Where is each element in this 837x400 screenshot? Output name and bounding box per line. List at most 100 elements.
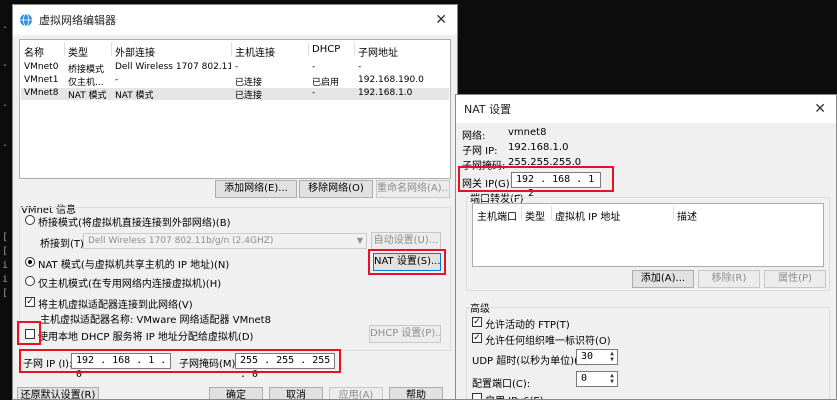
subnet-mask-label: 子网掩码(M):	[179, 359, 239, 370]
terminal-glyph: -	[2, 140, 9, 151]
window-title: NAT 设置	[464, 103, 512, 116]
spinner-arrows-icon[interactable]: ▲ ▼	[608, 373, 616, 385]
cell-external: NAT 模式	[115, 91, 154, 101]
chevron-down-icon: ▼	[356, 236, 363, 245]
properties-button[interactable]: 属性(P)	[764, 270, 826, 288]
cell-host: -	[235, 62, 239, 72]
enable-ipv6-checkbox[interactable]	[472, 393, 482, 399]
remove-network-button[interactable]: 移除网络(O)	[299, 180, 373, 198]
add-network-button[interactable]: 添加网络(E)...	[215, 180, 297, 198]
nat-settings-button[interactable]: NAT 设置(S)...	[373, 253, 441, 271]
dhcp-checkbox[interactable]	[25, 329, 35, 339]
cell-type: 仅主机...	[68, 78, 104, 88]
allow-oui-checkbox[interactable]: ✓	[472, 333, 482, 343]
udp-timeout-label: UDP 超时(以秒为单位)(U):	[472, 356, 593, 367]
terminal-glyph: [	[2, 246, 9, 257]
column-header-type[interactable]: 类型	[525, 208, 545, 223]
dhcp-settings-button[interactable]: DHCP 设置(P)...	[369, 325, 441, 343]
cancel-button[interactable]: 取消	[269, 387, 323, 399]
subnet-mask-input[interactable]: 255 . 255 . 255 . 0	[235, 353, 335, 380]
column-header-name[interactable]: 名称	[24, 44, 44, 59]
nat-mode-radio[interactable]	[25, 257, 35, 267]
host-only-radio[interactable]	[25, 276, 35, 286]
cell-type: NAT 模式	[68, 91, 107, 101]
column-header-external[interactable]: 外部连接	[115, 44, 155, 59]
cell-subnet: 192.168.190.0	[358, 75, 424, 85]
spinner-arrows-icon[interactable]: ▲ ▼	[608, 351, 616, 363]
auto-settings-button[interactable]: 自动设置(U)...	[371, 232, 441, 250]
allow-ftp-label: 允许活动的 FTP(T)	[485, 320, 570, 331]
title-bar: 虚拟网络编辑器 ✕	[13, 5, 457, 35]
host-only-label: 仅主机模式(在专用网络内连接虚拟机)(H)	[38, 279, 222, 290]
dhcp-label: 使用本地 DHCP 服务将 IP 地址分配给虚拟机(D)	[38, 332, 254, 343]
close-icon[interactable]: ✕	[435, 12, 447, 28]
subnet-ip-label: 子网 IP (I):	[23, 359, 73, 370]
cell-dhcp: -	[312, 62, 316, 72]
nat-mode-label: NAT 模式(与虚拟机共享主机的 IP 地址)(N)	[38, 260, 230, 271]
column-header-type[interactable]: 类型	[68, 44, 88, 59]
cell-host: 已连接	[235, 78, 263, 88]
enable-ipv6-label: 启用 IPv6(E)	[485, 392, 544, 399]
cell-dhcp: -	[312, 88, 316, 98]
config-port-input[interactable]: 0 ▲ ▼	[576, 371, 618, 387]
gateway-label: 网关 IP(G):	[462, 179, 514, 190]
column-header-vm-ip[interactable]: 虚拟机 IP 地址	[555, 208, 620, 223]
restore-defaults-button[interactable]: 还原默认设置(R)	[17, 387, 99, 399]
terminal-glyph: [	[2, 288, 9, 299]
close-icon[interactable]: ✕	[814, 101, 826, 117]
cell-name: VMnet8	[24, 88, 59, 98]
subnet-mask-label: 子网掩码:	[462, 161, 506, 172]
bridge-to-label: 桥接到(T):	[40, 239, 88, 250]
gateway-ip-input[interactable]: 192 . 168 . 1 . 2	[511, 172, 601, 199]
terminal-glyph: i	[2, 260, 9, 271]
cell-host: 已连接	[235, 91, 263, 101]
cell-name: VMnet0	[24, 62, 59, 72]
column-separator	[551, 206, 552, 220]
terminal-glyph: .	[2, 20, 9, 31]
help-button[interactable]: 帮助	[389, 387, 443, 399]
cell-subnet: -	[358, 62, 362, 72]
add-port-button[interactable]: 添加(A)...	[632, 270, 694, 288]
bridge-mode-radio[interactable]	[25, 215, 35, 225]
table-row[interactable]: VMnet8 NAT 模式 NAT 模式 已连接 - 192.168.1.0	[21, 88, 449, 101]
network-value: vmnet8	[508, 127, 547, 138]
config-port-value: 0	[581, 373, 588, 384]
column-header-host-port[interactable]: 主机端口	[477, 208, 517, 223]
column-separator	[673, 206, 674, 220]
window-title: 虚拟网络编辑器	[39, 14, 116, 27]
subnet-ip-input[interactable]: 192 . 168 . 1 . 0	[71, 353, 171, 380]
cell-external: Dell Wireless 1707 802.11b/...	[115, 62, 231, 72]
column-header-dhcp[interactable]: DHCP	[312, 44, 340, 55]
column-separator	[231, 42, 232, 56]
rename-network-button[interactable]: 重命名网络(A)...	[376, 180, 450, 198]
column-header-description[interactable]: 描述	[677, 208, 697, 223]
virtual-network-editor-window: 虚拟网络编辑器 ✕ 名称 类型 外部连接 主机连接 DHCP 子网地址 VMne…	[12, 4, 458, 400]
column-header-subnet[interactable]: 子网地址	[358, 44, 398, 59]
subnet-mask-value: 255.255.255.0	[508, 157, 582, 168]
udp-timeout-value: 30	[581, 351, 594, 362]
column-separator	[308, 42, 309, 56]
table-row[interactable]: VMnet0 桥接模式 Dell Wireless 1707 802.11b/.…	[21, 62, 449, 75]
ok-button[interactable]: 确定	[209, 387, 263, 399]
udp-timeout-input[interactable]: 30 ▲ ▼	[576, 349, 618, 365]
cell-external: -	[115, 75, 119, 85]
connect-adapter-checkbox[interactable]: ✓	[25, 297, 35, 307]
terminal-background: . - - - [ [ i i [	[0, 0, 12, 400]
port-forwarding-table: 主机端口 类型 虚拟机 IP 地址 描述	[472, 203, 824, 267]
table-row[interactable]: VMnet1 仅主机... - 已连接 已启用 192.168.190.0	[21, 75, 449, 88]
globe-network-icon	[20, 13, 32, 27]
config-port-label: 配置端口(C):	[472, 379, 531, 390]
bridge-to-dropdown[interactable]: Dell Wireless 1707 802.11b/g/n (2.4GHZ) …	[83, 233, 367, 249]
terminal-glyph: [	[2, 232, 9, 243]
column-separator	[111, 42, 112, 56]
apply-button[interactable]: 应用(A)	[329, 387, 383, 399]
cell-name: VMnet1	[24, 75, 59, 85]
cell-subnet: 192.168.1.0	[358, 88, 413, 98]
nat-settings-window: NAT 设置 ✕ 网络: vmnet8 子网 IP: 192.168.1.0 子…	[455, 94, 837, 400]
network-label: 网络:	[462, 131, 486, 142]
bridge-to-value: Dell Wireless 1707 802.11b/g/n (2.4GHZ)	[88, 236, 274, 246]
remove-port-button[interactable]: 移除(R)	[698, 270, 760, 288]
allow-ftp-checkbox[interactable]: ✓	[472, 317, 482, 327]
column-header-host[interactable]: 主机连接	[235, 44, 275, 59]
allow-oui-label: 允许任何组织唯一标识符(O)	[485, 336, 611, 347]
